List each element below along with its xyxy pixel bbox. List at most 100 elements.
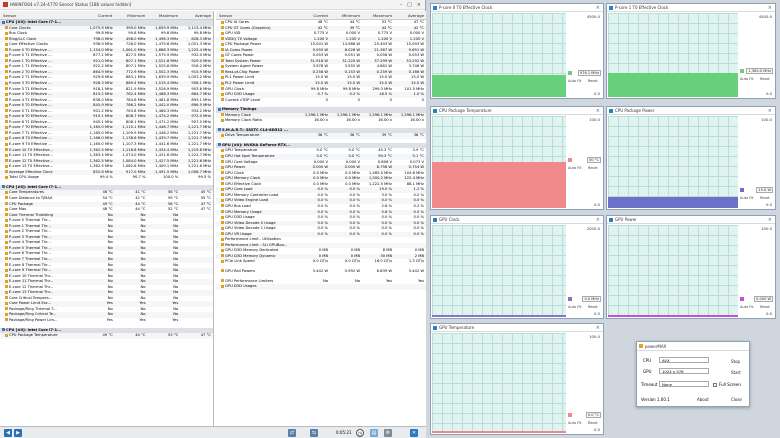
graph-plot[interactable]: [608, 116, 738, 208]
auto-fit-button[interactable]: Auto Fit: [568, 79, 581, 83]
sensor-row[interactable]: Memory Clock Ratio 16.00 x 16.00 x 16.00 x 1…: [216, 118, 426, 124]
graph-titlebar[interactable]: P-core 1 T0 Effective Clock ×: [607, 4, 775, 12]
close-icon[interactable]: ×: [768, 217, 772, 223]
reset-button[interactable]: Reset: [760, 305, 770, 309]
maximize-icon[interactable]: □: [407, 2, 412, 8]
graph-window-gpu-temp[interactable]: GPU Temperature × 100.0 0.0 °C Auto Fit Reset…: [430, 323, 604, 435]
column-header[interactable]: Current: [298, 13, 330, 18]
graph-plot[interactable]: [432, 333, 566, 433]
reset-button[interactable]: Reset: [760, 196, 770, 200]
graph-body: 100.0 0.000 W Auto Fit Reset 0.0: [608, 225, 774, 317]
column-header[interactable]: Average: [180, 13, 213, 18]
graph-window-gpu-power[interactable]: GPU Power × 100.0 0.000 W Auto Fit Reset 0.0: [606, 215, 776, 319]
sensor-name: PL2 Power Limit: [225, 81, 255, 86]
minimize-icon[interactable]: –: [400, 2, 403, 8]
close-icon[interactable]: ×: [596, 325, 600, 331]
auto-fit-button[interactable]: Auto Fit: [740, 77, 753, 81]
graph-color-swatch[interactable]: [568, 297, 572, 301]
close-icon[interactable]: ×: [768, 108, 772, 114]
graph-color-swatch[interactable]: [740, 69, 744, 74]
column-header[interactable]: Average: [394, 13, 426, 18]
close-icon[interactable]: ×: [596, 5, 600, 11]
column-header[interactable]: Maximum: [147, 13, 180, 18]
reset-button[interactable]: Reset: [588, 79, 598, 83]
settings-icon[interactable]: ⚙: [384, 429, 392, 437]
graph-titlebar[interactable]: GPU Temperature ×: [431, 324, 603, 332]
column-header[interactable]: Current: [82, 13, 115, 18]
auto-fit-button[interactable]: Auto Fit: [568, 166, 581, 170]
sensor-value: 16.0 GT/s: [374, 259, 392, 264]
gpu-select[interactable]: 1024 x 576: [659, 368, 709, 374]
graph-color-swatch[interactable]: [740, 188, 744, 192]
nav-right-icon[interactable]: ▶: [14, 429, 22, 437]
graph-plot[interactable]: [432, 116, 566, 208]
sensor-pane-right[interactable]: Sensor Current Minimum Maximum Average CPU I…: [216, 11, 426, 426]
network-icon[interactable]: ⇄: [288, 429, 296, 437]
powermax-titlebar[interactable]: powerMAX: [637, 342, 749, 351]
close-icon[interactable]: ×: [417, 2, 421, 8]
graph-color-swatch[interactable]: [740, 297, 744, 301]
cpu-select[interactable]: AVX: [659, 357, 709, 363]
auto-fit-button[interactable]: Auto Fit: [568, 421, 581, 425]
column-header[interactable]: Sensor: [0, 13, 82, 18]
auto-fit-button[interactable]: Auto Fit: [740, 305, 753, 309]
column-header[interactable]: Maximum: [362, 13, 394, 18]
graph-titlebar[interactable]: CPU Package Power ×: [607, 107, 775, 115]
stop-button[interactable]: Stop: [731, 359, 740, 364]
reset-button[interactable]: Reset: [588, 305, 598, 309]
sensor-name: GPU D3D Usage: [225, 92, 255, 97]
graph-window-pcore1-clock[interactable]: P-core 1 T0 Effective Clock × 4500.0 1,360.…: [606, 3, 776, 99]
about-button[interactable]: About: [697, 397, 709, 402]
sensor-pane-left[interactable]: Sensor Current Minimum Maximum Average CPU […: [0, 11, 214, 426]
sensor-row[interactable]: Total CPU Usage 99.4 % 90.7 % 100.0 % 99.5 %: [0, 175, 213, 181]
graph-titlebar[interactable]: GPU Power ×: [607, 216, 775, 224]
sensor-row[interactable]: GPU D3D Usages: [216, 284, 426, 290]
graph-titlebar[interactable]: P-core 0 T0 Effective Clock ×: [431, 4, 603, 12]
graph-window-pcore0-clock[interactable]: P-core 0 T0 Effective Clock × 4500.0 976.1 …: [430, 3, 604, 99]
graph-min-label: 0.0: [765, 311, 772, 316]
graph-max-label: 4500.0: [586, 14, 600, 19]
graph-series-fill: [432, 75, 566, 97]
nav-left-icon[interactable]: ◀: [4, 429, 12, 437]
graph-color-swatch[interactable]: [568, 157, 572, 162]
sensor-row[interactable]: GPU Rail Powers 3.442 W 0.992 W 6.839 W 3.44…: [216, 269, 426, 275]
sensor-row[interactable]: CPU Package Temperature 49 °C 44 °C 53 °C 47…: [0, 333, 213, 339]
sensor-row[interactable]: Current cTDP Level 0 0 0 0: [216, 98, 426, 104]
close-icon[interactable]: ×: [768, 5, 772, 11]
sensor-icon: [5, 142, 8, 146]
graph-titlebar[interactable]: GPU Clock ×: [431, 216, 603, 224]
sensor-value: 0: [421, 97, 424, 102]
reset-button[interactable]: Reset: [588, 166, 598, 170]
graph-plot[interactable]: [608, 13, 738, 97]
sensor-row[interactable]: PCIe Link Speed 0.0 GT/s 0.0 GT/s 16.0 GT/s…: [216, 259, 426, 265]
column-header[interactable]: Minimum: [114, 13, 147, 18]
graph-window-cpu-package-power[interactable]: CPU Package Power × 100.0 15.0 W Auto Fit Res…: [606, 106, 776, 210]
start-button[interactable]: Start: [731, 370, 741, 375]
graph-plot[interactable]: [608, 225, 738, 317]
column-header[interactable]: Sensor: [216, 13, 298, 18]
graph-plot[interactable]: [432, 225, 566, 317]
close-sensors-icon[interactable]: ✕: [410, 429, 418, 437]
column-header[interactable]: Minimum: [330, 13, 362, 18]
report-icon[interactable]: ▤: [370, 429, 378, 437]
close-icon[interactable]: ×: [596, 217, 600, 223]
graph-plot[interactable]: [432, 13, 566, 97]
sensor-icon: [5, 312, 8, 316]
graph-color-swatch[interactable]: [568, 70, 572, 75]
auto-fit-button[interactable]: Auto Fit: [740, 196, 753, 200]
auto-fit-button[interactable]: Auto Fit: [568, 305, 581, 309]
graph-titlebar[interactable]: CPU Package Temperature ×: [431, 107, 603, 115]
connect-icon[interactable]: ⇆: [310, 429, 318, 437]
graph-window-cpu-package-temp[interactable]: CPU Package Temperature × 100.0 50 °C Auto F…: [430, 106, 604, 210]
clock-icon[interactable]: ◷: [356, 429, 364, 437]
graph-color-swatch[interactable]: [568, 413, 572, 417]
close-icon[interactable]: ×: [596, 108, 600, 114]
close-button[interactable]: Close: [731, 397, 742, 402]
reset-button[interactable]: Reset: [588, 421, 598, 425]
hwinfo-titlebar[interactable]: HWiNFO64 v7.24-4770 Sensor Status [186 v…: [0, 0, 425, 10]
graph-window-gpu-clock[interactable]: GPU Clock × 2000.0 0.0 MHz Auto Fit Reset 0.0: [430, 215, 604, 319]
fullscreen-checkbox[interactable]: [713, 383, 717, 387]
sensor-row[interactable]: Drive Temperature 38 °C 38 °C 39 °C 38 °C: [216, 133, 426, 139]
timeout-select[interactable]: None: [659, 381, 709, 387]
reset-button[interactable]: Reset: [760, 77, 770, 81]
